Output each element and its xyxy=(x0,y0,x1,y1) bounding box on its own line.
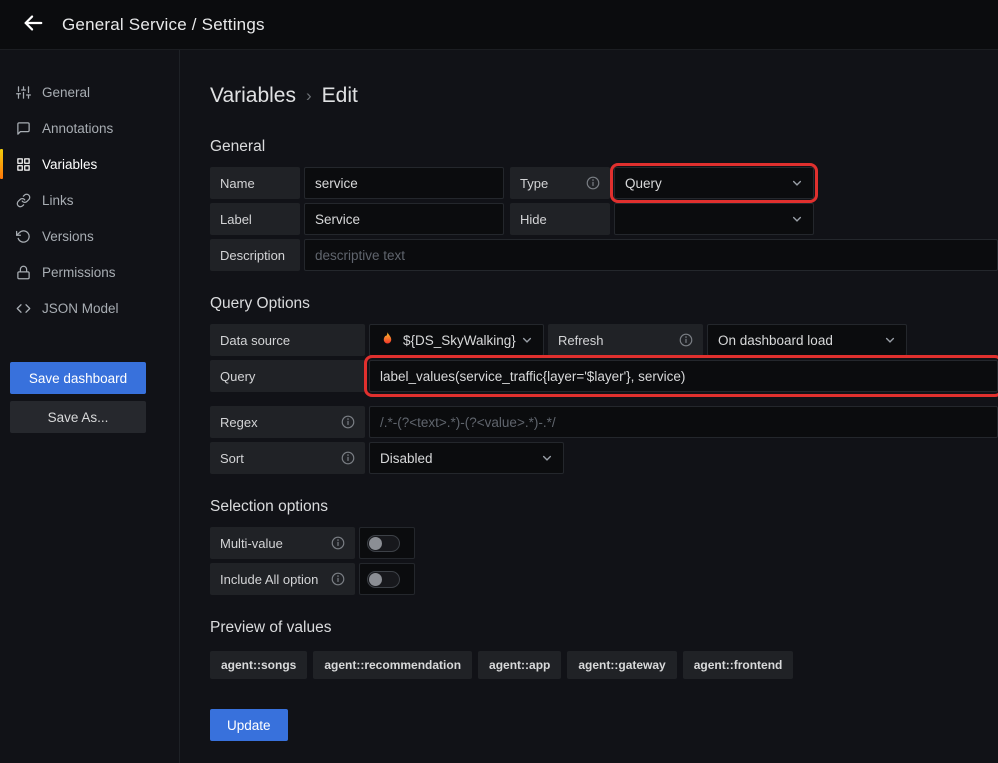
preview-heading: Preview of values xyxy=(210,619,998,637)
query-input[interactable] xyxy=(369,360,998,392)
description-label: Description xyxy=(210,239,300,271)
type-label: Type xyxy=(510,167,610,199)
sidebar-item-label: Variables xyxy=(42,157,97,172)
refresh-label: Refresh xyxy=(548,324,703,356)
include-all-toggle[interactable] xyxy=(359,563,415,595)
regex-input[interactable] xyxy=(369,406,998,438)
multi-value-row: Multi-value xyxy=(210,527,998,559)
query-label: Query xyxy=(210,360,365,392)
preview-value-tag: agent::gateway xyxy=(567,651,676,679)
info-circle-icon[interactable] xyxy=(331,536,345,550)
preview-values: agent::songs agent::recommendation agent… xyxy=(210,651,998,679)
sidebar-item-label: Versions xyxy=(42,229,94,244)
datasource-label: Data source xyxy=(210,324,365,356)
save-as-button[interactable]: Save As... xyxy=(10,401,146,433)
sidebar-item-general[interactable]: General xyxy=(0,74,179,110)
lock-icon xyxy=(15,265,31,280)
datasource-row: Data source ${DS_SkyWalking} xyxy=(210,324,998,356)
name-row: Name Type Query xyxy=(210,167,998,199)
info-circle-icon[interactable] xyxy=(679,333,693,347)
sort-select[interactable]: Disabled xyxy=(369,442,564,474)
chevron-down-icon xyxy=(541,452,553,464)
breadcrumb-edit: Edit xyxy=(322,84,358,108)
breadcrumb: Variables › Edit xyxy=(210,84,998,108)
variables-edit-page: Variables › Edit General Name Type Q xyxy=(180,50,998,763)
toggle-track xyxy=(367,535,400,552)
include-all-row: Include All option xyxy=(210,563,998,595)
description-input[interactable] xyxy=(304,239,998,271)
sidebar-actions: Save dashboard Save As... xyxy=(0,362,179,433)
toggle-knob xyxy=(369,573,382,586)
description-row: Description xyxy=(210,239,998,271)
info-circle-icon[interactable] xyxy=(586,176,600,190)
preview-value-tag: agent::recommendation xyxy=(313,651,472,679)
history-icon xyxy=(15,229,31,244)
sidebar-item-label: General xyxy=(42,85,90,100)
name-label: Name xyxy=(210,167,300,199)
sort-row: Sort Disabled xyxy=(210,442,998,474)
chevron-down-icon xyxy=(791,213,803,225)
settings-sidebar: General Annotations Variables xyxy=(0,50,180,763)
back-button[interactable] xyxy=(18,8,48,41)
info-circle-icon[interactable] xyxy=(341,415,355,429)
toggle-track xyxy=(367,571,400,588)
label-input[interactable] xyxy=(304,203,504,235)
top-bar: General Service / Settings xyxy=(0,0,998,50)
update-button[interactable]: Update xyxy=(210,709,288,741)
sidebar-item-variables[interactable]: Variables xyxy=(0,146,179,182)
sidebar-item-label: Permissions xyxy=(42,265,116,280)
multi-value-toggle[interactable] xyxy=(359,527,415,559)
info-circle-icon[interactable] xyxy=(341,451,355,465)
code-icon xyxy=(15,301,31,316)
query-options-heading: Query Options xyxy=(210,295,998,313)
hide-label: Hide xyxy=(510,203,610,235)
breadcrumb-separator: › xyxy=(306,86,312,106)
datasource-select[interactable]: ${DS_SkyWalking} xyxy=(369,324,544,356)
app-root: General Service / Settings General Annot… xyxy=(0,0,998,763)
label-label: Label xyxy=(210,203,300,235)
selection-options-heading: Selection options xyxy=(210,498,998,516)
include-all-label: Include All option xyxy=(210,563,355,595)
sidebar-item-permissions[interactable]: Permissions xyxy=(0,254,179,290)
query-input-highlight xyxy=(369,360,998,392)
query-row: Query xyxy=(210,360,998,392)
sidebar-item-links[interactable]: Links xyxy=(0,182,179,218)
refresh-select[interactable]: On dashboard load xyxy=(707,324,907,356)
sort-label: Sort xyxy=(210,442,365,474)
settings-nav: General Annotations Variables xyxy=(0,74,179,326)
grafana-flame-icon xyxy=(380,331,395,349)
info-circle-icon[interactable] xyxy=(331,572,345,586)
sidebar-item-json-model[interactable]: JSON Model xyxy=(0,290,179,326)
hide-select[interactable] xyxy=(614,203,814,235)
regex-label: Regex xyxy=(210,406,365,438)
sliders-icon xyxy=(15,85,31,100)
chevron-down-icon xyxy=(521,334,533,346)
chevron-down-icon xyxy=(791,177,803,189)
type-select[interactable]: Query xyxy=(614,167,814,199)
sidebar-item-label: JSON Model xyxy=(42,301,119,316)
label-row: Label Hide xyxy=(210,203,998,235)
sidebar-item-versions[interactable]: Versions xyxy=(0,218,179,254)
grid-icon xyxy=(15,157,31,172)
chevron-down-icon xyxy=(884,334,896,346)
general-section-heading: General xyxy=(210,138,998,156)
preview-value-tag: agent::frontend xyxy=(683,651,794,679)
breadcrumb-variables[interactable]: Variables xyxy=(210,84,296,108)
link-icon xyxy=(15,193,31,208)
arrow-left-icon xyxy=(22,12,44,37)
toggle-knob xyxy=(369,537,382,550)
multi-value-label: Multi-value xyxy=(210,527,355,559)
name-input[interactable] xyxy=(304,167,504,199)
save-dashboard-button[interactable]: Save dashboard xyxy=(10,362,146,394)
regex-row: Regex xyxy=(210,406,998,438)
sidebar-item-annotations[interactable]: Annotations xyxy=(0,110,179,146)
page-title: General Service / Settings xyxy=(62,15,265,35)
preview-value-tag: agent::app xyxy=(478,651,561,679)
preview-value-tag: agent::songs xyxy=(210,651,307,679)
sidebar-item-label: Annotations xyxy=(42,121,113,136)
sidebar-item-label: Links xyxy=(42,193,74,208)
comment-icon xyxy=(15,121,31,136)
